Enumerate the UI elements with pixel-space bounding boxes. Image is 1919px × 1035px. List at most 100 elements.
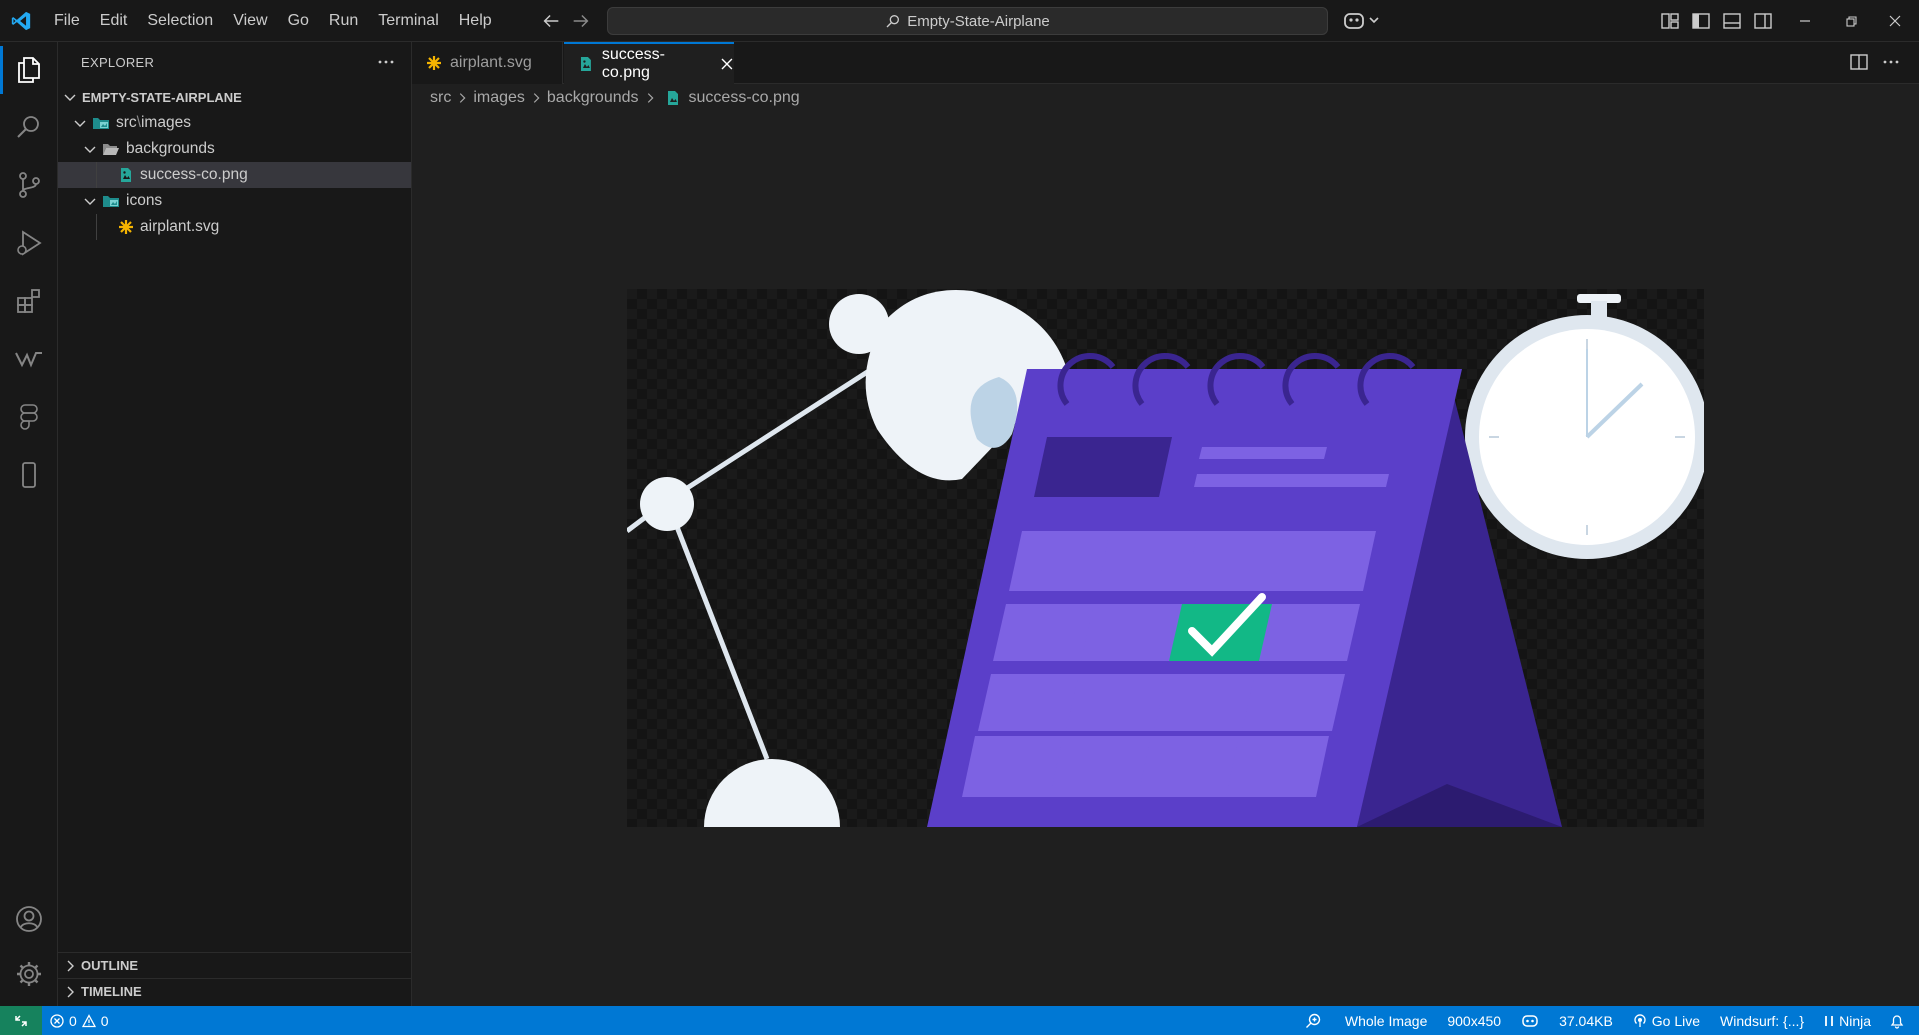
menu-go[interactable]: Go <box>278 0 319 42</box>
explorer-sidebar: EXPLORER EMPTY-STATE-AIRPLANE src \ images… <box>58 42 412 1006</box>
tab-success-co-png[interactable]: success-co.png <box>564 42 734 84</box>
tree-file-success-co[interactable]: success-co.png <box>58 162 411 188</box>
calendar-header-line <box>1194 474 1389 487</box>
lamp-base <box>704 759 840 827</box>
search-icon <box>886 14 900 28</box>
breadcrumb-item[interactable]: src <box>430 89 451 107</box>
error-count: 0 <box>69 1012 77 1029</box>
warning-icon <box>81 1013 96 1027</box>
warning-count: 0 <box>100 1012 109 1029</box>
broadcast-icon <box>1634 1013 1646 1027</box>
chevron-down-icon <box>64 94 76 101</box>
more-actions-icon[interactable] <box>376 52 396 72</box>
tree-folder-backgrounds[interactable]: backgrounds <box>58 136 411 162</box>
calendar-header-block <box>1034 437 1172 497</box>
zoom-level-text: Whole Image <box>1344 1012 1428 1029</box>
success-calendar-illustration <box>627 289 1704 827</box>
project-root-folder[interactable]: EMPTY-STATE-AIRPLANE <box>58 84 411 110</box>
toggle-panel-icon[interactable] <box>1722 11 1742 31</box>
images-folder-icon <box>93 118 109 129</box>
breadcrumb-item[interactable]: backgrounds <box>547 89 639 107</box>
lamp-arm <box>664 500 770 760</box>
chevron-down-icon <box>84 146 96 153</box>
folder-open-icon <box>103 144 119 155</box>
menu-run[interactable]: Run <box>319 0 368 42</box>
zoom-level[interactable]: Whole Image <box>1335 1006 1437 1035</box>
file-size: 37.04KB <box>1549 1006 1623 1035</box>
chevron-down-icon <box>84 198 96 205</box>
remote-icon <box>15 1014 27 1027</box>
windsurf-status[interactable]: Windsurf: {...} <box>1710 1006 1814 1035</box>
error-icon <box>50 1013 64 1028</box>
notifications-button[interactable] <box>1881 1006 1919 1035</box>
image-file-icon <box>121 168 131 182</box>
outline-section-header[interactable]: OUTLINE <box>58 952 411 978</box>
customize-layout-icon[interactable] <box>1660 11 1680 31</box>
images-folder-icon <box>103 196 119 207</box>
file-size-text: 37.04KB <box>1559 1012 1613 1029</box>
close-window-icon[interactable] <box>1882 8 1908 34</box>
image-dimensions: 900x450 <box>1437 1006 1511 1035</box>
project-root-label: EMPTY-STATE-AIRPLANE <box>82 89 242 105</box>
menu-terminal[interactable]: Terminal <box>368 0 448 42</box>
more-actions-icon[interactable] <box>1881 52 1901 72</box>
figma-icon[interactable] <box>14 402 44 432</box>
indent-guide <box>96 214 97 240</box>
extensions-icon[interactable] <box>14 286 44 316</box>
windsurf-icon[interactable] <box>14 344 44 374</box>
close-icon[interactable] <box>720 57 734 71</box>
tree-file-label: success-co.png <box>140 166 248 183</box>
timeline-label: TIMELINE <box>81 984 142 999</box>
toggle-primary-sidebar-icon[interactable] <box>1691 11 1711 31</box>
command-center-text: Empty-State-Airplane <box>907 12 1050 30</box>
ninja-label: Ninja <box>1839 1012 1871 1029</box>
source-control-icon[interactable] <box>14 170 44 200</box>
tab-label: airplant.svg <box>450 54 532 71</box>
pause-icon <box>1825 1015 1833 1026</box>
zoom-button[interactable] <box>1291 1006 1335 1035</box>
menu-help[interactable]: Help <box>449 0 502 42</box>
breadcrumb-item[interactable]: images <box>473 89 525 107</box>
gear-icon[interactable] <box>14 959 44 989</box>
editor-tab-bar: airplant.svg success-co.png <box>412 42 1919 84</box>
tab-airplant-svg[interactable]: airplant.svg <box>412 42 563 84</box>
tab-label: success-co.png <box>601 46 665 81</box>
split-editor-icon[interactable] <box>1849 52 1869 72</box>
copilot-status[interactable] <box>1511 1006 1549 1035</box>
run-debug-icon[interactable] <box>14 228 44 258</box>
explorer-icon[interactable] <box>14 54 44 84</box>
timeline-section-header[interactable]: TIMELINE <box>58 978 411 1004</box>
tree-file-airplant[interactable]: airplant.svg <box>58 214 411 240</box>
remote-indicator[interactable] <box>0 1006 42 1035</box>
outline-label: OUTLINE <box>81 958 139 973</box>
breadcrumb-item[interactable]: success-co.png <box>689 89 800 107</box>
command-center-search[interactable]: Empty-State-Airplane <box>607 7 1328 35</box>
arrow-right-icon[interactable] <box>570 10 592 32</box>
ninja-status[interactable]: Ninja <box>1814 1006 1881 1035</box>
tree-file-label: airplant.svg <box>140 218 220 235</box>
problems-indicator[interactable]: 0 0 <box>50 1006 109 1035</box>
tree-folder-label: icons <box>126 192 163 209</box>
tree-folder-src-images[interactable]: src \ images <box>58 110 411 136</box>
chevron-down-icon <box>74 120 86 127</box>
go-live-button[interactable]: Go Live <box>1623 1006 1710 1035</box>
mobile-device-icon[interactable] <box>14 460 44 490</box>
tree-folder-icons[interactable]: icons <box>58 188 411 214</box>
search-icon[interactable] <box>14 112 44 142</box>
minimize-icon[interactable] <box>1792 8 1818 34</box>
tree-folder-label: images <box>140 114 191 131</box>
menu-file[interactable]: File <box>44 0 90 42</box>
arrow-left-icon[interactable] <box>540 10 562 32</box>
menu-edit[interactable]: Edit <box>90 0 138 42</box>
menu-selection[interactable]: Selection <box>137 0 223 42</box>
image-file-icon <box>580 57 591 71</box>
copilot-icon[interactable] <box>1342 9 1382 33</box>
accounts-icon[interactable] <box>14 904 44 934</box>
svg-file-icon <box>427 56 441 70</box>
restore-icon[interactable] <box>1838 8 1864 34</box>
tree-folder-label: backgrounds <box>126 140 215 157</box>
toggle-secondary-sidebar-icon[interactable] <box>1753 11 1773 31</box>
status-bar: 0 0 Whole Image 900x450 37.04KB Go Live … <box>0 1006 1919 1035</box>
menu-view[interactable]: View <box>223 0 277 42</box>
chevron-right-icon <box>67 960 74 971</box>
